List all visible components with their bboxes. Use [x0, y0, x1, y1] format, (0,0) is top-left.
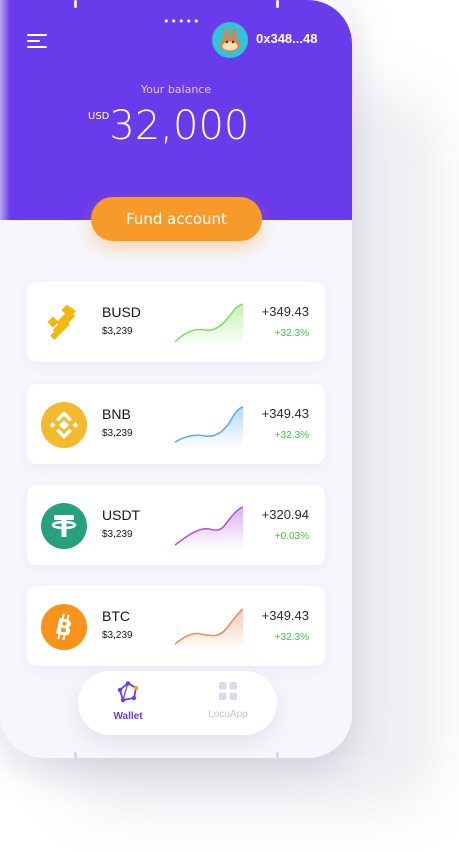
sparkline-chart: [175, 608, 243, 650]
asset-change: +349.43: [261, 406, 309, 421]
asset-percent: +32.3%: [274, 632, 309, 643]
busd-icon: [47, 304, 76, 340]
nav-wallet[interactable]: Wallet: [88, 681, 168, 722]
asset-value: $3,239: [102, 630, 133, 641]
phone-frame: ••••• 0x348...48 Your balance USD32,000 …: [0, 0, 352, 758]
bnb-icon: [41, 402, 87, 448]
asset-symbol: BUSD: [102, 304, 141, 320]
top-edge-markers: [0, 0, 352, 8]
asset-value: $3,239: [102, 529, 133, 540]
header-edge: [0, 0, 10, 220]
apps-grid-icon: [219, 682, 237, 700]
asset-card-usdt[interactable]: USDT $3,239 +320.94 +0.03%: [27, 485, 325, 565]
fund-account-button[interactable]: Fund account: [91, 197, 262, 241]
asset-change: +349.43: [261, 608, 309, 623]
asset-symbol: BNB: [102, 406, 131, 422]
btc-icon: B: [41, 604, 87, 650]
bottom-nav: Wallet LocuApp: [78, 671, 277, 735]
sparkline-chart: [175, 303, 243, 346]
sparkline-chart: [175, 406, 243, 448]
nav-locuapp-label: LocuApp: [208, 709, 248, 720]
pancake-avatar-icon[interactable]: [212, 22, 248, 58]
sparkline-chart: [175, 506, 243, 549]
usdt-icon: [41, 503, 87, 549]
asset-percent: +32.3%: [274, 328, 309, 339]
asset-percent: +32.3%: [274, 430, 309, 441]
asset-card-btc[interactable]: B BTC $3,239 +349.43 +32.3%: [27, 586, 325, 666]
asset-change: +320.94: [261, 507, 309, 522]
asset-value: $3,239: [102, 326, 133, 337]
asset-percent: +0.03%: [274, 531, 309, 542]
nav-wallet-label: Wallet: [113, 711, 143, 722]
balance-amount: USD32,000: [88, 103, 249, 149]
asset-card-busd[interactable]: BUSD $3,239 +349.43 +32.3%: [27, 282, 325, 362]
asset-change: +349.43: [261, 304, 309, 319]
asset-value: $3,239: [102, 428, 133, 439]
balance-currency: USD: [88, 111, 110, 122]
balance-value: 32,000: [109, 103, 250, 149]
asset-card-bnb[interactable]: BNB $3,239 +349.43 +32.3%: [27, 384, 325, 464]
wallet-address[interactable]: 0x348...48: [256, 31, 317, 46]
status-dots: •••••: [163, 15, 201, 28]
asset-symbol: BTC: [102, 608, 130, 624]
balance-label: Your balance: [140, 83, 212, 96]
menu-icon[interactable]: [27, 34, 47, 48]
asset-symbol: USDT: [102, 507, 141, 523]
balance-header: ••••• 0x348...48 Your balance USD32,000: [0, 0, 352, 220]
wallet-network-icon: [117, 681, 139, 703]
nav-locuapp[interactable]: LocuApp: [188, 681, 268, 720]
